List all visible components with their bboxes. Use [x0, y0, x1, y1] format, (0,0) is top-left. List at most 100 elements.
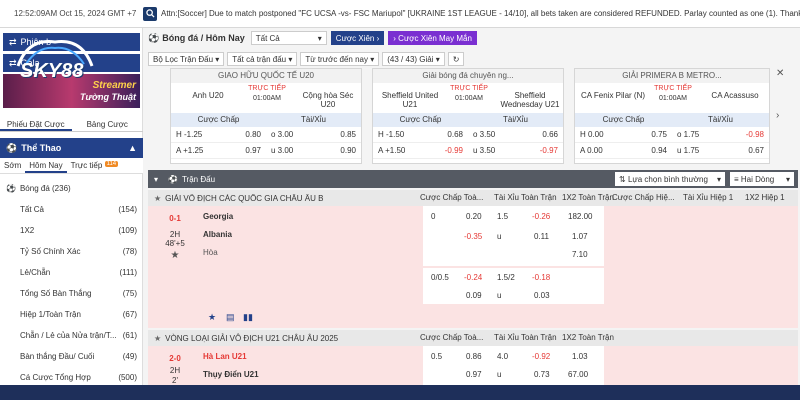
card-odds-row: H 0.00 0.75 o 1.75 -0.98	[575, 127, 769, 143]
chevron-right-icon[interactable]: ›	[776, 110, 779, 121]
match-filter[interactable]: Tất cả trận đấu ▾	[227, 52, 298, 66]
odds-cell[interactable]: -0.92	[532, 352, 550, 361]
featured-match-card[interactable]: GIẢI PRIMERA B METRO... CA Fenix Pilar (…	[574, 68, 770, 164]
odds-cell[interactable]: 182.00	[568, 212, 592, 221]
announcement-icon[interactable]	[143, 6, 157, 21]
market-select[interactable]: Tất Cả ▾	[250, 31, 327, 45]
menu-item-football[interactable]: ⚽ Bóng đá (236)	[0, 178, 143, 199]
ou-line: u 3.00	[271, 146, 294, 155]
hcp-away-cell[interactable]: A +1.25 0.97	[171, 143, 266, 158]
card-time: 01:00AM	[252, 95, 282, 102]
chevron-right-icon: ›	[376, 33, 380, 43]
league-count[interactable]: (43 / 43) Giải ▾	[382, 52, 445, 66]
ou-over-cell[interactable]: o 1.75 -0.98	[672, 127, 769, 142]
calendar-icon[interactable]: ▤	[226, 312, 235, 323]
featured-match-card[interactable]: GIAO HỮU QUỐC TẾ U20 Anh U20 TRỰC TIẾP 0…	[170, 68, 362, 164]
hcp-line: H -1.25	[176, 130, 203, 139]
lines-select[interactable]: ≡ Hai Dòng ▾	[730, 172, 794, 186]
sort-select[interactable]: ⇅ Lựa chọn bình thường ▾	[615, 172, 725, 186]
stats-icon[interactable]: ▮▮	[243, 312, 253, 323]
menu-item[interactable]: Chẵn / Lẻ của Nửa trận/T... (61)	[0, 325, 143, 346]
card-league: GIAO HỮU QUỐC TẾ U20	[171, 69, 361, 83]
odds-cell[interactable]: 0.03	[534, 291, 550, 300]
card-live-label: TRỰC TIẾP	[248, 85, 286, 92]
menu-item[interactable]: Tất Cả (154)	[0, 199, 143, 220]
menu-item-count: (49)	[122, 352, 137, 361]
tab-bet-slip[interactable]: Phiếu Đặt Cược	[0, 118, 72, 131]
odds-cell[interactable]: 1.07	[572, 232, 588, 241]
odds-cell: 0	[431, 212, 436, 221]
ou-under-cell[interactable]: u 3.00 0.90	[266, 143, 361, 158]
col-1x2: 1X2 Toàn Trận	[562, 193, 614, 202]
lucky-parlay-button[interactable]: › Cược Xiên May Mắn	[388, 31, 477, 45]
menu-item[interactable]: Hiệp 1/Toàn Trận (67)	[0, 304, 143, 325]
odds-cell[interactable]: -0.24	[464, 273, 482, 282]
odds-cell: 0.5	[431, 352, 443, 361]
card-teams: Anh U20 TRỰC TIẾP 01:00AM Cộng hòa Séc U…	[171, 83, 361, 111]
hcp-line: H -1.50	[378, 130, 405, 139]
odds-cell[interactable]: 0.20	[466, 212, 482, 221]
odds-cell: u	[497, 370, 502, 379]
match-half: 2H	[169, 366, 181, 375]
odds-cell[interactable]: -0.26	[532, 212, 550, 221]
odds-cell[interactable]: -0.18	[532, 273, 550, 282]
menu-item[interactable]: Lẻ/Chẵn (111)	[0, 262, 143, 283]
card-league: Giải bóng đá chuyên ng...	[373, 69, 563, 83]
menu-item-count: (154)	[118, 205, 137, 214]
ou-line: o 3.00	[271, 130, 294, 139]
star-icon[interactable]: ★	[148, 250, 202, 261]
hcp-away-cell[interactable]: A 0.00 0.94	[575, 143, 672, 158]
tab-today[interactable]: Hôm Nay	[25, 158, 67, 173]
tab-bet-board[interactable]: Bảng Cược	[72, 118, 144, 131]
odds-cell[interactable]: 0.73	[534, 370, 550, 379]
featured-match-card[interactable]: Giải bóng đá chuyên ng... Sheffield Unit…	[372, 68, 564, 164]
league-filter[interactable]: Bộ Lọc Trận Đấu ▾	[148, 52, 225, 66]
ou-line: o 3.50	[473, 130, 496, 139]
menu-item-count: (75)	[122, 289, 137, 298]
parlay-button[interactable]: Cược Xiên ›	[330, 31, 385, 45]
odds-cell[interactable]: 67.00	[568, 370, 588, 379]
hcp-away-cell[interactable]: A +1.50 -0.99	[373, 143, 468, 158]
odds-cell[interactable]: 0.86	[466, 352, 482, 361]
favorite-icon[interactable]: ★	[208, 312, 216, 323]
card-odds-row: H -1.50 0.68 o 3.50 0.66	[373, 127, 563, 143]
ou-under-cell[interactable]: u 3.50 -0.97	[468, 143, 563, 158]
odds-cell[interactable]: -0.35	[464, 232, 482, 241]
tab-live[interactable]: Trực tiếp 114	[67, 158, 123, 173]
collapse-icon[interactable]: ▾	[154, 175, 158, 184]
ou-under-cell[interactable]: u 1.75 0.67	[672, 143, 769, 158]
odds-cell[interactable]: 1.03	[572, 352, 588, 361]
menu-item-label: Hiệp 1/Toàn Trận	[20, 310, 81, 319]
hcp-line: A 0.00	[580, 146, 603, 155]
menu-item-label: Tất Cả	[20, 205, 45, 214]
star-icon[interactable]: ★	[154, 334, 161, 343]
odds-cell[interactable]: 7.10	[572, 250, 588, 259]
league-name: GIẢI VÔ ĐỊCH CÁC QUỐC GIA CHÂU ÂU B	[165, 193, 324, 203]
odds-cell[interactable]: 0.97	[466, 370, 482, 379]
bottom-band	[0, 385, 800, 400]
close-icon[interactable]: ✕	[776, 68, 784, 79]
odds-cell[interactable]: 0.11	[534, 232, 549, 241]
football-icon: ⚽	[168, 174, 178, 184]
sort-filter-label: Từ trước đến nay	[305, 54, 369, 64]
menu-item[interactable]: Bàn thắng Đầu/ Cuối (49)	[0, 346, 143, 367]
refresh-icon[interactable]: ↻	[447, 52, 465, 66]
home-team: Georgia	[203, 212, 234, 221]
sort-filter[interactable]: Từ trước đến nay ▾	[300, 52, 380, 66]
menu-item[interactable]: 1X2 (109)	[0, 220, 143, 241]
tab-early[interactable]: Sớm	[0, 158, 25, 173]
match-score: 0-1	[169, 214, 181, 223]
menu-item[interactable]: Tỷ Số Chính Xác (78)	[0, 241, 143, 262]
sport-header[interactable]: ⚽ Thể Thao ▲	[0, 138, 143, 158]
ou-over-cell[interactable]: o 3.50 0.66	[468, 127, 563, 142]
hcp-home-cell[interactable]: H -1.50 0.68	[373, 127, 468, 142]
matches-title: Trận Đấu	[181, 174, 216, 184]
hcp-home-cell[interactable]: H -1.25 0.80	[171, 127, 266, 142]
odds-cell[interactable]: 0.09	[466, 291, 482, 300]
card-odds-row: H -1.25 0.80 o 3.00 0.85	[171, 127, 361, 143]
star-icon[interactable]: ★	[154, 194, 161, 203]
menu-item[interactable]: Tổng Số Bàn Thắng (75)	[0, 283, 143, 304]
hcp-home-cell[interactable]: H 0.00 0.75	[575, 127, 672, 142]
ou-over-cell[interactable]: o 3.00 0.85	[266, 127, 361, 142]
bet-tabs: Phiếu Đặt Cược Bảng Cược	[0, 118, 143, 132]
